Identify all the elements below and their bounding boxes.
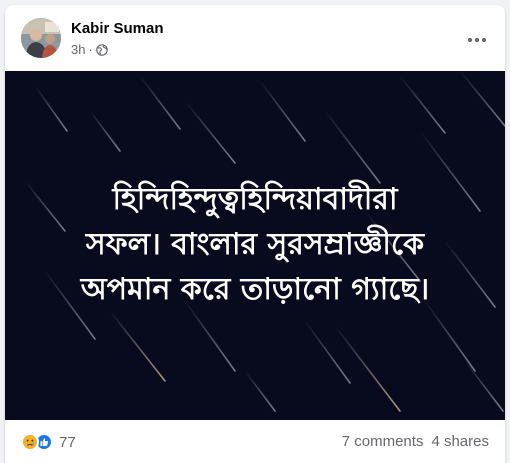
globe-icon[interactable] xyxy=(96,43,108,56)
reaction-count: 77 xyxy=(59,433,76,451)
post-text-line: হিন্দিহিন্দুত্বহিন্দিয়াবাদীরা xyxy=(112,182,398,217)
post-header: Kabir Suman 3h · xyxy=(5,5,505,71)
more-horizontal-icon xyxy=(467,30,487,48)
post-meta: 3h · xyxy=(71,42,108,57)
post-footer: 77 7 comments 4 shares xyxy=(5,420,505,463)
shares-count-link[interactable]: 4 shares xyxy=(431,433,489,450)
meta-separator: · xyxy=(88,42,93,57)
post-text-line: সফল। বাংলার সুরসম্রাজ্ঞীকে xyxy=(85,227,425,262)
author-name[interactable]: Kabir Suman xyxy=(71,20,164,37)
more-options-button[interactable] xyxy=(463,25,491,53)
sad-reaction-icon xyxy=(21,433,39,451)
avatar[interactable] xyxy=(21,18,61,58)
post-card: Kabir Suman 3h · হিন্দিহিন্দুত্বহিন্দিয়… xyxy=(5,5,505,463)
post-image[interactable]: হিন্দিহিন্দুত্বহিন্দিয়াবাদীরা সফল। বাংল… xyxy=(5,71,505,420)
reactions-summary[interactable]: 77 xyxy=(21,433,76,451)
comments-count-link[interactable]: 7 comments xyxy=(342,433,424,450)
post-text: হিন্দিহিন্দুত্বহিন্দিয়াবাদীরা সফল। বাংল… xyxy=(5,177,505,312)
post-time[interactable]: 3h xyxy=(71,42,85,57)
post-text-line: অপমান করে তাড়ানো গ্যাছে। xyxy=(80,272,430,307)
engagement-stats: 7 comments 4 shares xyxy=(342,433,489,450)
